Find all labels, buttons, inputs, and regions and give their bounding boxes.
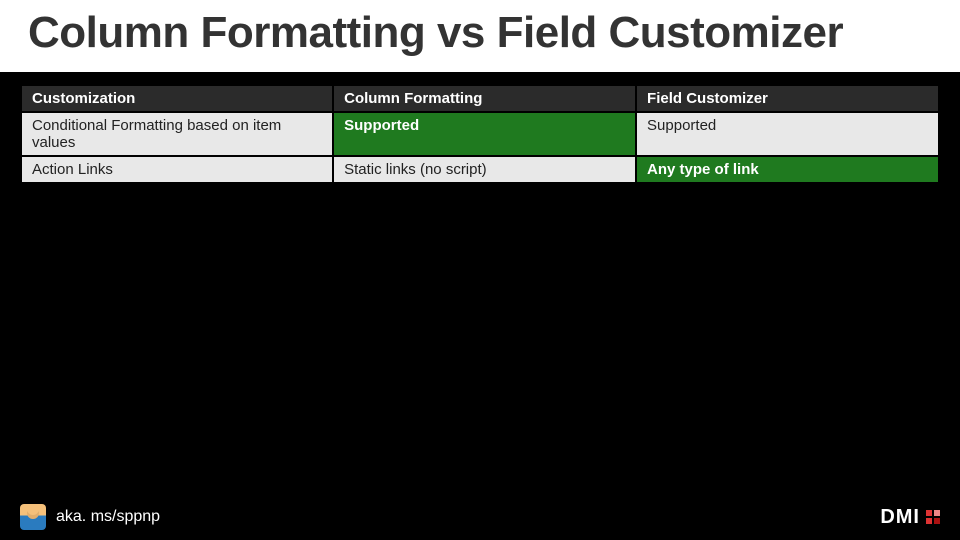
brand-logo: DMI — [880, 506, 940, 529]
col-header-customization: Customization — [21, 85, 333, 112]
cell: Supported — [333, 112, 636, 156]
comparison-table: Customization Column Formatting Field Cu… — [20, 84, 940, 184]
comparison-table-container: Customization Column Formatting Field Cu… — [0, 72, 960, 184]
col-header-field-customizer: Field Customizer — [636, 85, 939, 112]
cell: Action Links — [21, 156, 333, 183]
table-row: Action Links Static links (no script) An… — [21, 156, 939, 183]
footer: aka. ms/sppnp DMI — [20, 504, 940, 530]
cell: Static links (no script) — [333, 156, 636, 183]
avatar-icon — [20, 504, 46, 530]
title-bar: Column Formatting vs Field Customizer — [0, 0, 960, 72]
table-header-row: Customization Column Formatting Field Cu… — [21, 85, 939, 112]
page-title: Column Formatting vs Field Customizer — [28, 8, 932, 58]
cell: Supported — [636, 112, 939, 156]
col-header-column-formatting: Column Formatting — [333, 85, 636, 112]
footer-link[interactable]: aka. ms/sppnp — [56, 508, 160, 526]
cell: Conditional Formatting based on item val… — [21, 112, 333, 156]
brand-dots-icon — [926, 510, 940, 524]
brand-text: DMI — [880, 506, 920, 529]
cell: Any type of link — [636, 156, 939, 183]
footer-left: aka. ms/sppnp — [20, 504, 160, 530]
table-row: Conditional Formatting based on item val… — [21, 112, 939, 156]
table-body: Conditional Formatting based on item val… — [21, 112, 939, 183]
